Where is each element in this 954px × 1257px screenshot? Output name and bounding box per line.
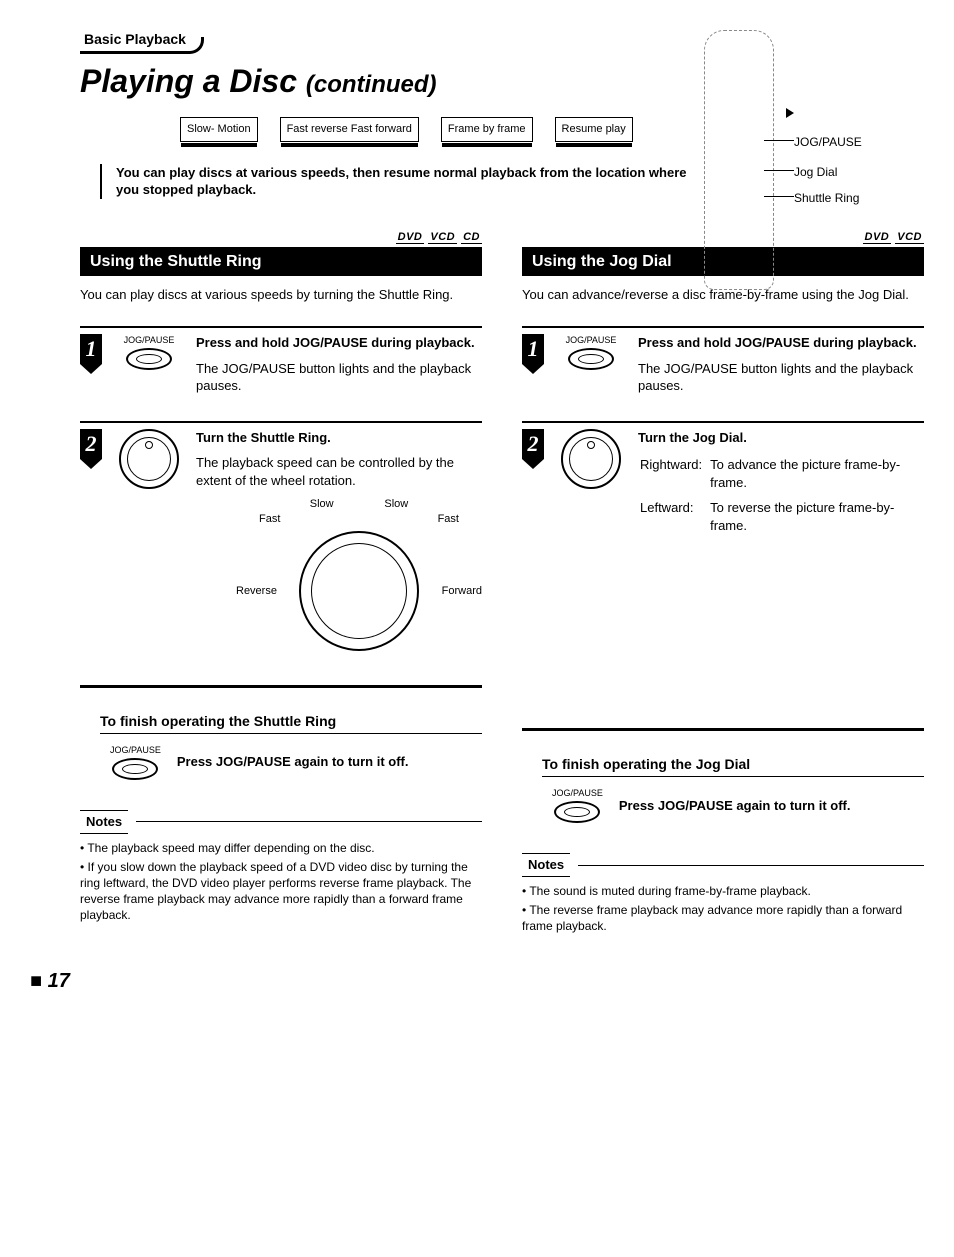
step-heading: Turn the Shuttle Ring. <box>196 429 482 447</box>
step-body: The playback speed can be controlled by … <box>196 454 482 489</box>
step-1: 1 JOG/PAUSE Press and hold JOG/PAUSE dur… <box>80 326 482 395</box>
finish-row: JOG/PAUSE Press JOG/PAUSE again to turn … <box>552 787 924 823</box>
step-heading: Turn the Jog Dial. <box>638 429 924 447</box>
step-heading: Press and hold JOG/PAUSE during playback… <box>196 334 482 352</box>
note-item: The sound is muted during frame-by-frame… <box>522 883 924 899</box>
feature-box: Slow- Motion <box>180 117 258 142</box>
title-main: Playing a Disc <box>80 63 297 99</box>
remote-label: Jog Dial <box>794 164 837 180</box>
dir-label: Leftward: <box>640 499 708 540</box>
page-number: 17 <box>30 968 924 995</box>
finish-text: Press JOG/PAUSE again to turn it off. <box>619 797 851 815</box>
lead-text: You can play discs at various speeds by … <box>80 286 482 304</box>
feature-box-row: Slow- Motion Fast reverse Fast forward F… <box>180 117 694 142</box>
note-item: If you slow down the playback speed of a… <box>80 859 482 924</box>
dir-text: To advance the picture frame-by-frame. <box>710 456 922 497</box>
step-body: The JOG/PAUSE button lights and the play… <box>196 360 482 395</box>
feature-box: Resume play <box>555 117 633 142</box>
remote-label: Shuttle Ring <box>794 190 859 206</box>
notes-heading: Notes <box>522 853 570 877</box>
jog-pause-button-icon <box>554 801 600 823</box>
step-number-icon: 2 <box>80 429 102 459</box>
feature-box: Fast reverse Fast forward <box>280 117 419 142</box>
section-tag: Basic Playback <box>80 30 190 54</box>
disc-type-tags: DVDVCDCD <box>80 230 482 245</box>
jog-pause-button-icon <box>568 348 614 370</box>
jog-dial-icon <box>561 429 621 489</box>
step-number-icon: 1 <box>522 334 544 364</box>
finish-row: JOG/PAUSE Press JOG/PAUSE again to turn … <box>110 744 482 780</box>
dir-text: To reverse the picture frame-by-frame. <box>710 499 922 540</box>
icon-label: JOG/PAUSE <box>114 334 184 346</box>
icon-label: JOG/PAUSE <box>110 744 161 756</box>
step-2: 2 Turn the Shuttle Ring. The playback sp… <box>80 421 482 655</box>
dir-label: Rightward: <box>640 456 708 497</box>
title-continued: (continued) <box>306 71 437 98</box>
jog-pause-button-icon <box>112 758 158 780</box>
finish-text: Press JOG/PAUSE again to turn it off. <box>177 753 409 771</box>
step-number-icon: 1 <box>80 334 102 364</box>
icon-label: JOG/PAUSE <box>556 334 626 346</box>
jog-pause-button-icon <box>126 348 172 370</box>
remote-diagram: JOG/PAUSE Jog Dial Shuttle Ring <box>694 30 924 230</box>
step-body: The JOG/PAUSE button lights and the play… <box>638 360 924 395</box>
icon-label: JOG/PAUSE <box>552 787 603 799</box>
step-number-icon: 2 <box>522 429 544 459</box>
step-heading: Press and hold JOG/PAUSE during playback… <box>638 334 924 352</box>
notes-list: The sound is muted during frame-by-frame… <box>522 883 924 935</box>
shuttle-ring-icon <box>119 429 179 489</box>
step-2: 2 Turn the Jog Dial. Rightward: To advan… <box>522 421 924 543</box>
finish-heading: To finish operating the Shuttle Ring <box>100 712 482 734</box>
note-item: The playback speed may differ depending … <box>80 840 482 856</box>
notes-list: The playback speed may differ depending … <box>80 840 482 924</box>
step-1: 1 JOG/PAUSE Press and hold JOG/PAUSE dur… <box>522 326 924 395</box>
finish-heading: To finish operating the Jog Dial <box>542 755 924 777</box>
notes-heading: Notes <box>80 810 128 834</box>
direction-table: Rightward: To advance the picture frame-… <box>638 454 924 542</box>
shuttle-speed-diagram: Slow Slow Fast Fast Reverse Forward <box>236 497 482 655</box>
remote-label: JOG/PAUSE <box>794 134 862 150</box>
page-title: Playing a Disc (continued) <box>80 60 694 103</box>
section-bar-shuttle: Using the Shuttle Ring <box>80 247 482 277</box>
note-item: The reverse frame playback may advance m… <box>522 902 924 934</box>
intro-text: You can play discs at various speeds, th… <box>100 164 694 199</box>
play-icon <box>786 108 794 118</box>
feature-box: Frame by frame <box>441 117 533 142</box>
